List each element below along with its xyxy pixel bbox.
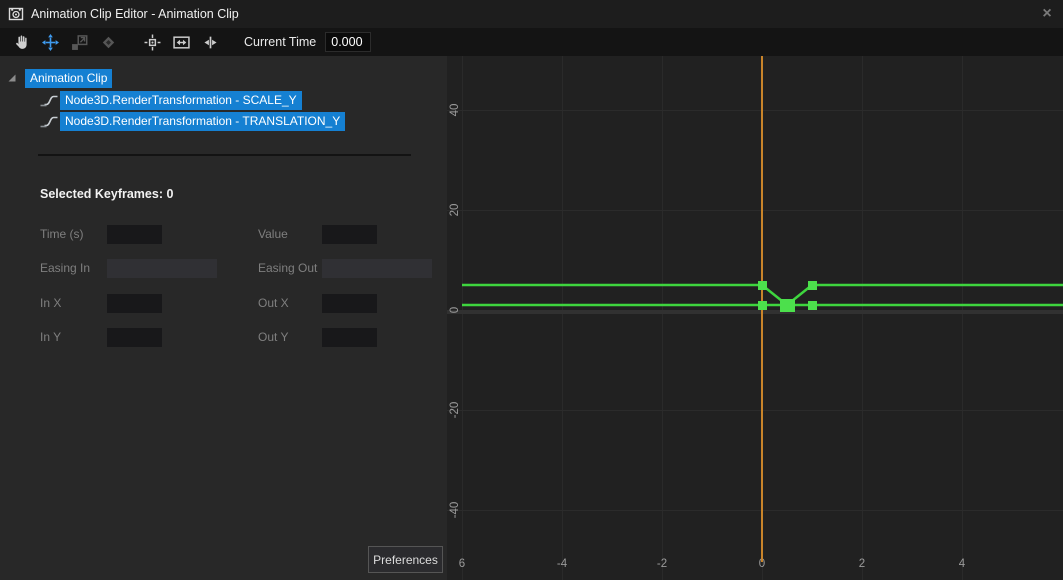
focus-keyframe-button[interactable] (140, 30, 165, 54)
time-input[interactable] (107, 225, 162, 244)
keyframe[interactable] (808, 301, 817, 310)
current-time-label: Current Time (244, 35, 316, 49)
animation-clip-editor-window: Animation Clip Editor - Animation Clip × (0, 0, 1063, 580)
time-label: Time (s) (40, 225, 84, 244)
move-arrows-icon (42, 34, 59, 51)
move-tool-button[interactable] (38, 30, 63, 54)
window-title: Animation Clip Editor - Animation Clip (31, 0, 239, 28)
selected-keyframes-label: Selected Keyframes: (40, 187, 163, 201)
keyframe[interactable] (758, 281, 767, 290)
hand-icon (13, 34, 30, 51)
scale-icon (71, 34, 88, 51)
selected-keyframes-text: Selected Keyframes: 0 (40, 187, 173, 201)
panel-divider (38, 154, 411, 156)
split-horizontal-icon (202, 34, 219, 51)
fit-width-button[interactable] (169, 30, 194, 54)
focus-crosshair-icon (144, 34, 161, 51)
keyframe[interactable] (808, 281, 817, 290)
in-x-label: In X (40, 294, 61, 313)
tree-expander-icon[interactable] (7, 73, 17, 83)
tree-item-scale-y[interactable]: Node3D.RenderTransformation - SCALE_Y (40, 91, 302, 109)
easing-out-select[interactable] (322, 259, 432, 278)
tree-item-label: Animation Clip (25, 69, 112, 88)
tree-item-animation-clip[interactable]: Animation Clip (25, 69, 112, 87)
clip-panel: Animation Clip Node3D.RenderTransformati… (0, 56, 447, 580)
out-y-input[interactable] (322, 328, 377, 347)
out-y-label: Out Y (258, 328, 288, 347)
animation-curves (447, 56, 1063, 580)
easing-out-label: Easing Out (258, 259, 317, 278)
keyframe[interactable] (758, 301, 767, 310)
close-icon[interactable]: × (1036, 0, 1058, 28)
curve-icon (40, 114, 58, 128)
title-bar: Animation Clip Editor - Animation Clip × (0, 0, 1063, 28)
add-keyframe-tool-button[interactable] (96, 30, 121, 54)
scale-tool-button[interactable] (67, 30, 92, 54)
curve-graph[interactable]: 6-4-202440200-20-40 (447, 56, 1063, 580)
in-x-input[interactable] (107, 294, 162, 313)
easing-in-select[interactable] (107, 259, 217, 278)
tree-item-translation-y[interactable]: Node3D.RenderTransformation - TRANSLATIO… (40, 112, 345, 130)
in-y-input[interactable] (107, 328, 162, 347)
current-time-input[interactable]: 0.000 (325, 32, 371, 52)
tree-item-label: Node3D.RenderTransformation - SCALE_Y (60, 91, 302, 110)
easing-in-label: Easing In (40, 259, 90, 278)
tree-item-label: Node3D.RenderTransformation - TRANSLATIO… (60, 112, 345, 131)
value-label: Value (258, 225, 288, 244)
fit-width-icon (173, 34, 190, 51)
toolbar: Current Time 0.000 (0, 28, 1063, 56)
out-x-label: Out X (258, 294, 289, 313)
in-y-label: In Y (40, 328, 61, 347)
keyframe[interactable] (780, 299, 795, 312)
preferences-button[interactable]: Preferences (368, 546, 443, 573)
curve-icon (40, 93, 58, 107)
selected-keyframes-count: 0 (166, 187, 173, 201)
out-x-input[interactable] (322, 294, 377, 313)
value-input[interactable] (322, 225, 377, 244)
keyframe-diamond-icon (100, 34, 117, 51)
split-tool-button[interactable] (198, 30, 223, 54)
pan-tool-button[interactable] (9, 30, 34, 54)
film-clip-icon (8, 6, 24, 22)
